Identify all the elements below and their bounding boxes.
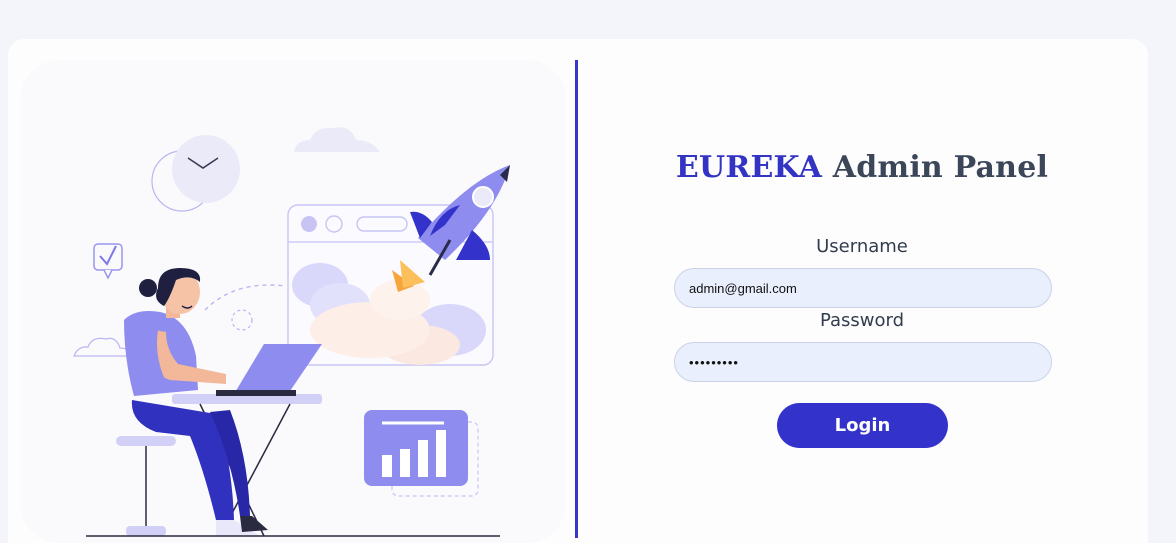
- bar-chart-icon: [364, 410, 479, 497]
- title-rest: Admin Panel: [822, 150, 1049, 185]
- username-label: Username: [816, 236, 908, 257]
- page-title: EUREKA Admin Panel: [580, 150, 1144, 185]
- password-label: Password: [819, 310, 905, 331]
- password-input[interactable]: [674, 342, 1052, 382]
- username-input[interactable]: [674, 268, 1052, 308]
- brand-name: EUREKA: [675, 150, 823, 185]
- hero-illustration: [20, 60, 566, 543]
- login-button[interactable]: Login: [777, 403, 948, 448]
- vertical-divider: [575, 60, 578, 538]
